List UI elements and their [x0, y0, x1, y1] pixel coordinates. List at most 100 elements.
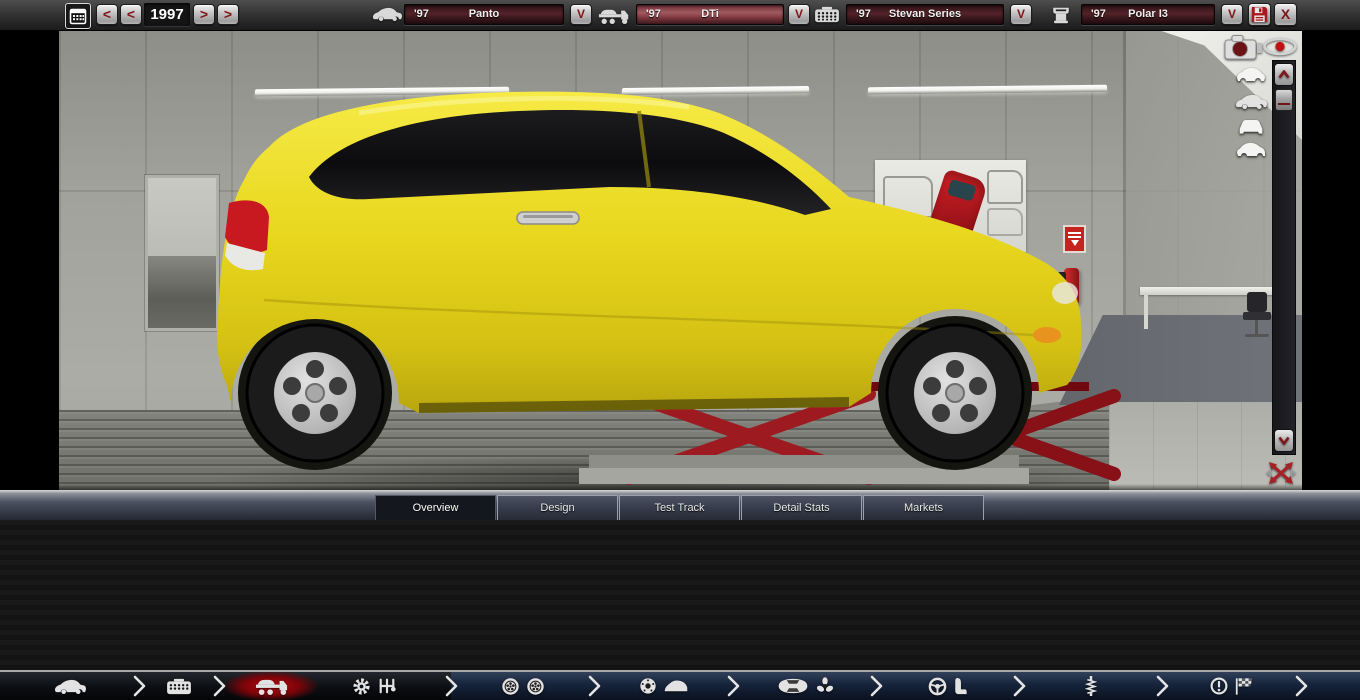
- car-front-icon: [1235, 117, 1267, 137]
- camera-icon: [1224, 33, 1264, 61]
- garage-viewport[interactable]: [59, 30, 1302, 490]
- shock-absorber-icon: [1084, 676, 1097, 696]
- brakes-body-icon-group[interactable]: [639, 677, 689, 695]
- steering-wheel-icon: [928, 677, 947, 696]
- wheels-icon-group[interactable]: [501, 677, 545, 696]
- engine-variant-icon: [1051, 6, 1071, 25]
- suspension-icon-group[interactable]: [1084, 676, 1097, 696]
- chevron-right-icon: [727, 675, 740, 700]
- trim-icon-group[interactable]: [255, 676, 289, 697]
- tab-design[interactable]: Design: [497, 495, 618, 520]
- chevron-right-icon: [1295, 675, 1308, 700]
- top-bar: < < 1997 > > '97 Panto V '97 DTi V '97 Stevan S…: [0, 0, 1360, 31]
- calendar-button[interactable]: [65, 3, 91, 29]
- year-back-button[interactable]: <: [120, 4, 142, 25]
- view-mode-button[interactable]: [1262, 37, 1298, 56]
- engine-icon-group[interactable]: [166, 678, 192, 695]
- viewport-scrollbar[interactable]: [1272, 60, 1296, 455]
- car-side-button[interactable]: [1229, 89, 1273, 114]
- garage-window: [145, 175, 219, 331]
- chevron-right-icon: [133, 675, 146, 700]
- chevron-right-icon: [1156, 675, 1169, 700]
- designer-section-bar: [0, 670, 1360, 700]
- scrollbar-thumb[interactable]: [1275, 89, 1293, 111]
- year-forward-button[interactable]: >: [193, 4, 215, 25]
- interior-icon-group[interactable]: [928, 677, 967, 696]
- car-body-icon-group[interactable]: [54, 678, 86, 695]
- brake-disc-icon: [639, 677, 657, 695]
- tab-detail-stats[interactable]: Detail Stats: [741, 495, 862, 520]
- section-end-spacer: [1301, 672, 1360, 700]
- aerodynamics-icon-group[interactable]: [776, 677, 834, 695]
- close-button[interactable]: X: [1274, 3, 1297, 26]
- selector-dropdown-button[interactable]: V: [1010, 4, 1032, 25]
- shifter-icon: [377, 677, 397, 695]
- year-display: 1997: [144, 3, 190, 26]
- car-top-icon: [776, 677, 810, 695]
- drivetrain-icon-group[interactable]: [352, 677, 397, 696]
- selector-field-panto[interactable]: '97 Panto: [404, 4, 564, 25]
- selector-field-polar-i3[interactable]: '97 Polar I3: [1081, 4, 1215, 25]
- year-back-fast-button[interactable]: <: [96, 4, 118, 25]
- chevron-down-icon: [1278, 436, 1290, 445]
- selector-dropdown-button[interactable]: V: [1221, 4, 1243, 25]
- camera-button[interactable]: [1224, 33, 1264, 61]
- car-render[interactable]: [209, 85, 1109, 490]
- tab-markets[interactable]: Markets: [863, 495, 984, 520]
- chevron-right-icon: [588, 675, 601, 700]
- car-front-button[interactable]: [1229, 114, 1273, 139]
- car-trim-icon: [598, 6, 630, 26]
- car-front34-button[interactable]: [1229, 62, 1273, 87]
- gear-icon: [352, 677, 371, 696]
- section-wheels[interactable]: [451, 672, 601, 700]
- selector-name: DTi: [701, 8, 719, 20]
- chevron-right-icon: [1013, 675, 1026, 700]
- engine-family-icon: [814, 6, 840, 23]
- eye-icon: [1262, 37, 1298, 56]
- tab-strip: Overview Design Test Track Detail Stats Mark…: [0, 490, 1360, 520]
- selector-field-stevan-series[interactable]: '97 Stevan Series: [846, 4, 1004, 25]
- wheel-icon: [526, 677, 545, 696]
- section-car-body[interactable]: [0, 672, 146, 700]
- fan-icon: [816, 677, 834, 695]
- car-front34-icon: [1234, 65, 1268, 85]
- chevron-right-icon: [870, 675, 883, 700]
- year-forward-fast-button[interactable]: >: [217, 4, 239, 25]
- warning-icon: [1210, 677, 1228, 695]
- automation-car-designer: < < 1997 > > '97 Panto V '97 DTi V '97 Stevan S…: [0, 0, 1360, 700]
- tab-test-track[interactable]: Test Track: [619, 495, 740, 520]
- section-brakes-body[interactable]: [594, 672, 740, 700]
- floppy-save-icon: [1251, 6, 1268, 23]
- car-transporter-icon: [255, 676, 289, 697]
- chevron-right-icon: [213, 675, 226, 700]
- car-rear34-icon: [1234, 140, 1268, 160]
- stats-panel: < Panto - DTi Drivability: 63.9 (63.9)Sp…: [0, 520, 1360, 672]
- selector-dropdown-button[interactable]: V: [570, 4, 592, 25]
- scroll-down-button[interactable]: [1274, 429, 1294, 452]
- testing-icon-group[interactable]: [1210, 677, 1254, 696]
- selector-name: Panto: [468, 8, 500, 20]
- selector-field-dti[interactable]: '97 DTi: [636, 4, 784, 25]
- car-rear34-button[interactable]: [1229, 137, 1273, 162]
- seat-icon: [953, 677, 967, 696]
- section-interior[interactable]: [876, 672, 1026, 700]
- wheel-icon: [501, 677, 520, 696]
- section-engine[interactable]: [139, 672, 226, 700]
- chevron-up-icon: [1278, 70, 1290, 79]
- tab-overview[interactable]: Overview: [375, 495, 496, 520]
- chevron-right-icon: [445, 675, 458, 700]
- calendar-icon: [69, 7, 87, 25]
- body-shell-icon: [663, 678, 689, 694]
- section-trim-drivetrain[interactable]: [219, 672, 458, 700]
- section-aerodynamics[interactable]: [733, 672, 883, 700]
- car-model-icon: [372, 6, 402, 22]
- save-button[interactable]: [1248, 3, 1271, 26]
- selector-dropdown-button[interactable]: V: [788, 4, 810, 25]
- selector-name: Stevan Series: [888, 8, 962, 20]
- checkered-flag-icon: [1234, 677, 1254, 696]
- car-side-icon: [54, 678, 86, 695]
- section-suspension[interactable]: [1019, 672, 1169, 700]
- car-side-icon: [1235, 93, 1267, 110]
- scroll-up-button[interactable]: [1274, 63, 1294, 86]
- section-testing[interactable]: [1162, 672, 1308, 700]
